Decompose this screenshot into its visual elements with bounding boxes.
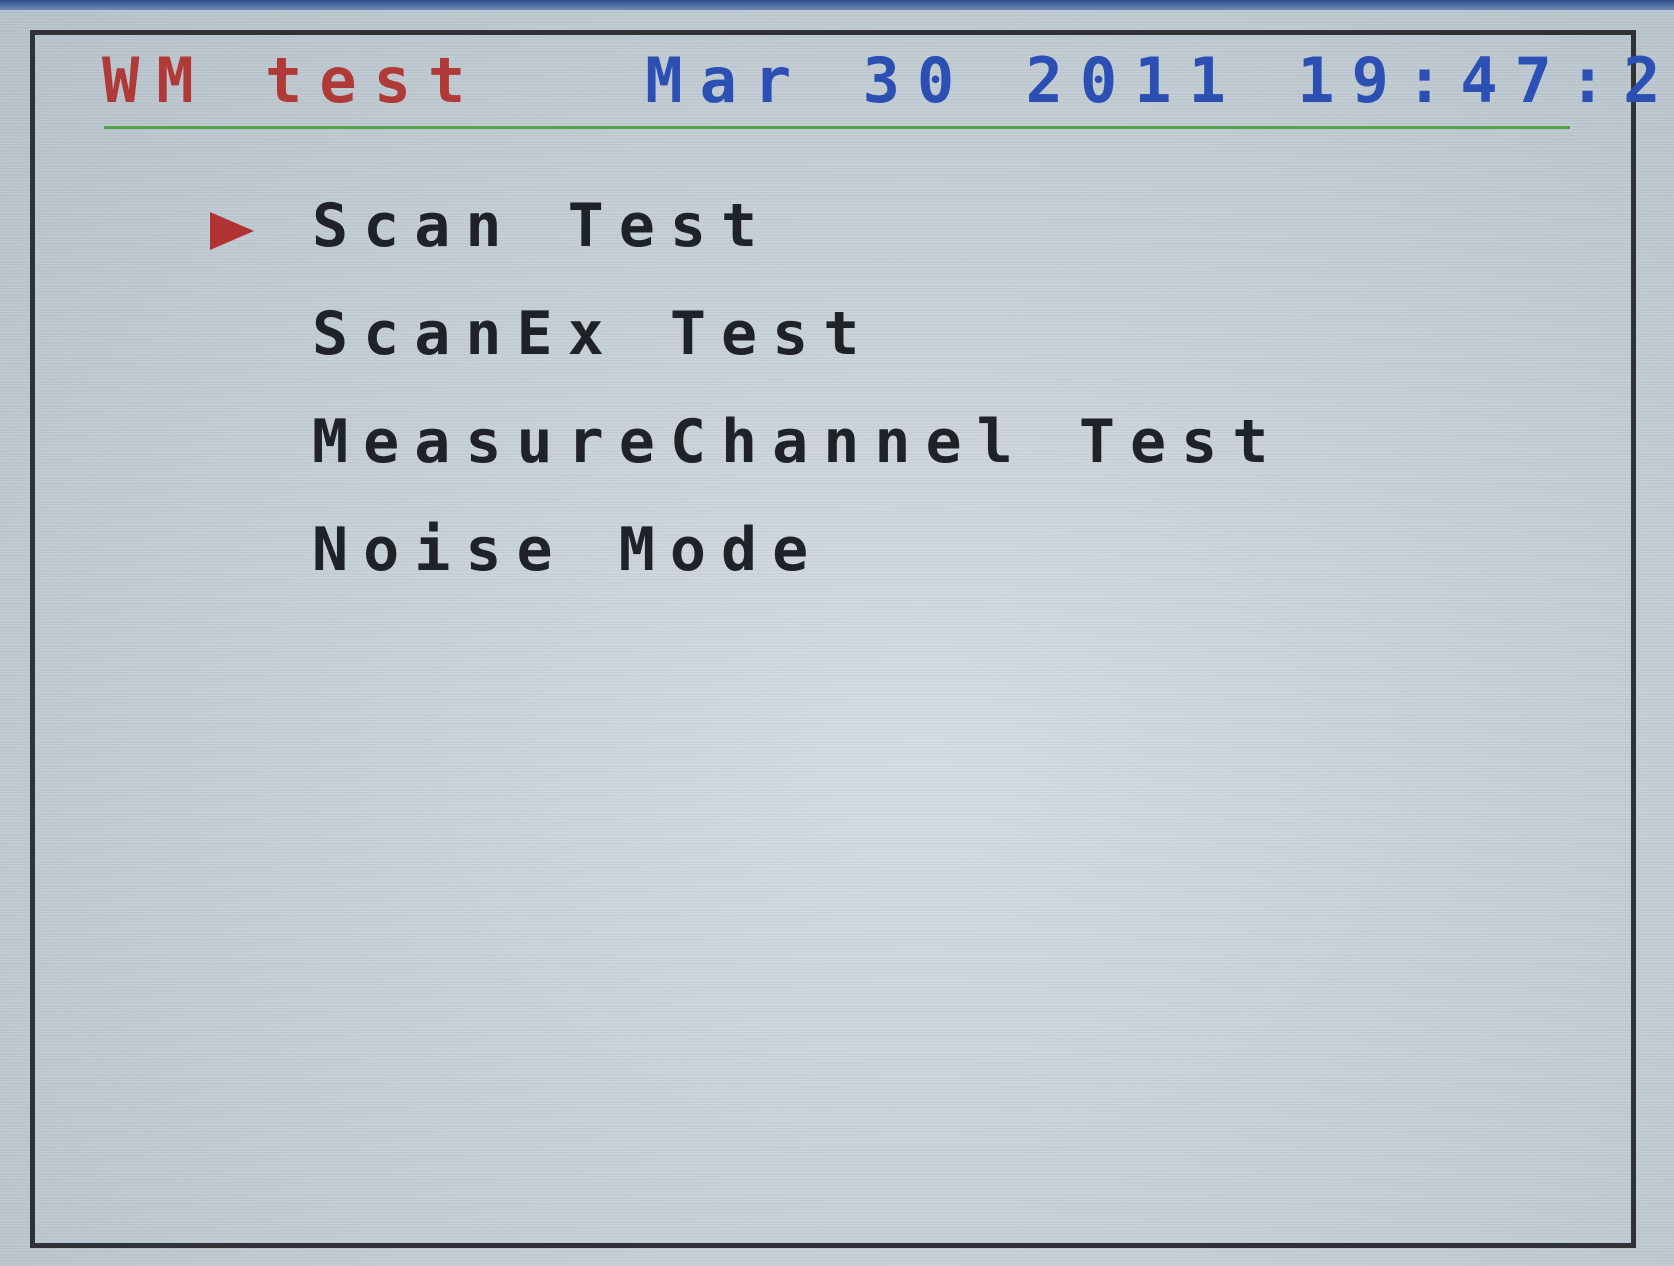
menu-item-label: ScanEx Test xyxy=(312,299,875,369)
menu-item-label: MeasureChannel Test xyxy=(312,407,1284,477)
menu-item-scanex-test[interactable]: ScanEx Test xyxy=(200,294,1500,402)
device-screen: WM test Mar 30 2011 19:47:22 Scan Test S… xyxy=(0,0,1674,1266)
menu-item-scan-test[interactable]: Scan Test xyxy=(200,186,1500,294)
datetime-display: Mar 30 2011 19:47:22 xyxy=(645,44,1674,117)
menu-item-label: Scan Test xyxy=(312,191,773,261)
menu-item-noise-mode[interactable]: Noise Mode xyxy=(200,510,1500,618)
title-bar: WM test Mar 30 2011 19:47:22 xyxy=(102,42,1674,120)
test-menu: Scan Test ScanEx Test MeasureChannel Tes… xyxy=(200,186,1500,618)
menu-item-measurechannel-test[interactable]: MeasureChannel Test xyxy=(200,402,1500,510)
app-title: WM test xyxy=(102,44,483,117)
menu-item-label: Noise Mode xyxy=(312,515,824,585)
selection-arrow-icon xyxy=(210,212,254,250)
title-spacer xyxy=(537,44,591,117)
header-divider xyxy=(104,126,1570,129)
screen-bezel xyxy=(0,0,1674,10)
